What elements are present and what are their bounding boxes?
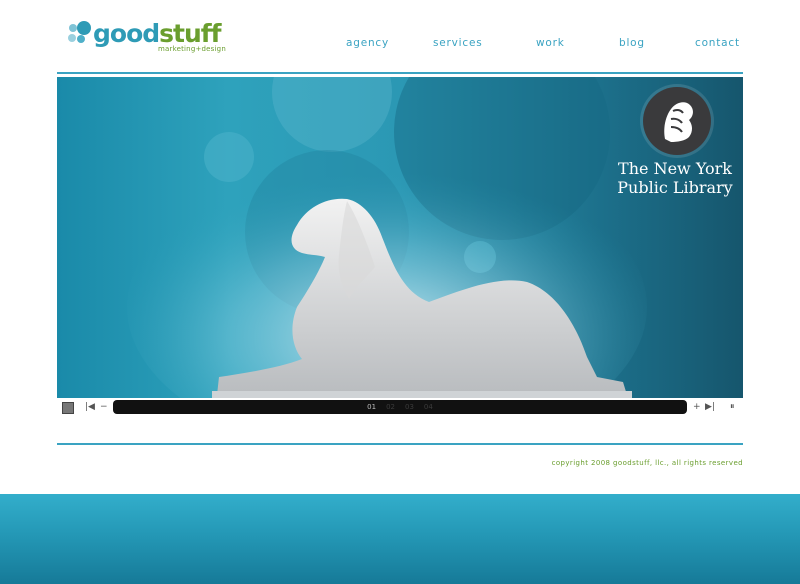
- page-link-1[interactable]: 01: [367, 402, 376, 412]
- plus-icon[interactable]: +: [693, 401, 701, 413]
- minus-icon[interactable]: −: [100, 401, 108, 413]
- page-link-3[interactable]: 03: [405, 402, 414, 412]
- nypl-badge: [643, 87, 711, 155]
- last-slide-icon[interactable]: ▶|: [705, 401, 715, 413]
- slideshow-banner[interactable]: The New York Public Library: [57, 77, 743, 398]
- header-divider: [57, 72, 743, 74]
- nav-blog[interactable]: blog: [619, 37, 645, 49]
- footer-band: [0, 494, 800, 584]
- nav-services[interactable]: services: [433, 37, 482, 49]
- page: goodstuff marketing+design agency servic…: [0, 0, 800, 494]
- nav-agency[interactable]: agency: [346, 37, 389, 49]
- client-title-line1: The New York: [618, 159, 732, 178]
- banner-artwork: [127, 77, 647, 398]
- client-title-line2: Public Library: [617, 178, 733, 197]
- nav-contact[interactable]: contact: [695, 37, 740, 49]
- first-slide-icon[interactable]: |◀: [85, 401, 95, 413]
- fullscreen-icon[interactable]: [62, 402, 74, 414]
- nav-work[interactable]: work: [536, 37, 565, 49]
- copyright-text: copyright 2008 goodstuff, llc., all righ…: [551, 459, 743, 467]
- page-link-2[interactable]: 02: [386, 402, 395, 412]
- slideshow-controls: |◀ − 01 02 03 04 + ▶| ⏸: [57, 399, 743, 416]
- slideshow-track[interactable]: 01 02 03 04: [113, 400, 687, 414]
- lion-icon: [664, 102, 693, 142]
- pause-icon[interactable]: ⏸: [730, 401, 735, 413]
- page-indicator: 01 02 03 04: [113, 402, 687, 412]
- main-nav: agency services work blog contact: [0, 37, 800, 51]
- client-title: The New York Public Library: [609, 159, 741, 197]
- footer-divider: [57, 443, 743, 445]
- page-link-4[interactable]: 04: [424, 402, 433, 412]
